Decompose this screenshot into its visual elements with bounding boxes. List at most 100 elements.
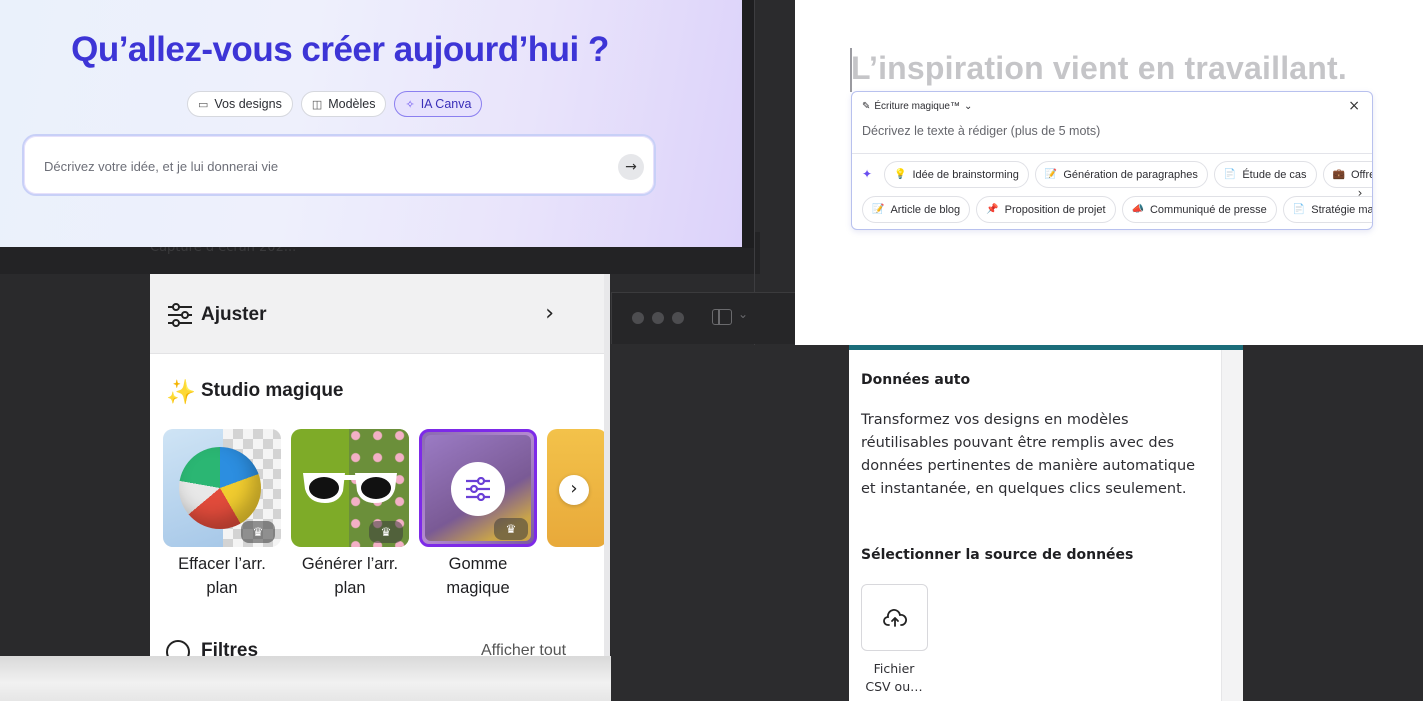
panel-title: Données auto bbox=[861, 372, 971, 388]
tool-label-line: Gomme bbox=[448, 555, 508, 573]
panel-description: Transformez vos designs en modèles réuti… bbox=[861, 412, 1196, 497]
chevron-right-icon[interactable]: › bbox=[1352, 186, 1368, 202]
briefcase-icon: 💼 bbox=[1332, 169, 1345, 180]
chip-label: Article de blog bbox=[890, 203, 961, 216]
notepad-icon: 📝 bbox=[1044, 169, 1058, 180]
tool-label-line: magique bbox=[446, 579, 510, 597]
page-title: Qu’allez-vous créer aujourd’hui ? bbox=[71, 30, 609, 69]
mode-pill-row: ▭ Vos designs ◫ Modèles ✧ IA Canva bbox=[187, 91, 483, 117]
background-dark-right bbox=[1243, 345, 1423, 701]
background-gray-area bbox=[0, 656, 611, 701]
magic-write-box: ✎ Écriture magique™ ⌄ × ✦ 💡 Idée de brain… bbox=[851, 91, 1373, 230]
adjust-label: Ajuster bbox=[201, 304, 267, 325]
document-icon: 📄 bbox=[1223, 169, 1237, 180]
chip-brainstorming[interactable]: 💡 Idée de brainstorming bbox=[884, 161, 1029, 188]
canva-home-panel: Qu’allez-vous créer aujourd’hui ? ▭ Vos … bbox=[0, 0, 742, 247]
suggestion-chips-row-1: ✦ 💡 Idée de brainstorming 📝 Génération de … bbox=[862, 161, 1372, 188]
chip-label: Proposition de projet bbox=[1004, 203, 1106, 216]
sparkle-icon: ✦ bbox=[862, 167, 873, 181]
tool-generer-arriere-plan[interactable]: ♛ bbox=[291, 429, 409, 547]
tool-effacer-arriere-plan[interactable]: ♛ bbox=[163, 429, 281, 547]
sparkle-icon: ✧ bbox=[405, 98, 415, 111]
magic-write-panel: L’inspiration vient en travaillant. ✎ Éc… bbox=[795, 0, 1423, 345]
chip-offre[interactable]: 💼 Offre bbox=[1322, 161, 1372, 188]
sliders-icon bbox=[168, 303, 192, 327]
tool-label: Générer l’arr. plan bbox=[280, 552, 420, 600]
chip-paragraphes[interactable]: 📝 Génération de paragraphes bbox=[1034, 161, 1208, 188]
donnees-auto-panel: Données auto Transformez vos designs en … bbox=[849, 345, 1243, 701]
close-icon[interactable]: × bbox=[1348, 98, 1360, 114]
upload-label: Fichier CSV ou… bbox=[853, 660, 935, 696]
tool-next-partial[interactable]: › bbox=[547, 429, 607, 547]
tool-gomme-magique[interactable]: ♛ bbox=[419, 429, 537, 547]
minimize-window-dot[interactable] bbox=[652, 312, 664, 324]
show-all-link[interactable]: Afficher tout bbox=[481, 642, 566, 656]
studio-magique-panel: Ajuster › ✨ Studio magique ♛ ♛ ♛ › Effac… bbox=[150, 274, 610, 656]
header-bar bbox=[849, 345, 1243, 350]
scrollbar[interactable] bbox=[1221, 350, 1243, 701]
sunglasses-image bbox=[303, 473, 397, 503]
filters-label: Filtres bbox=[201, 640, 259, 656]
tool-label-line: plan bbox=[206, 579, 238, 597]
magic-write-input[interactable] bbox=[862, 124, 1332, 138]
chevron-down-icon: ⌄ bbox=[963, 101, 973, 112]
upload-csv-button[interactable] bbox=[861, 584, 928, 651]
chevron-right-icon[interactable]: › bbox=[559, 475, 589, 505]
upload-label-line: Fichier bbox=[873, 661, 915, 676]
window-edge bbox=[742, 0, 754, 248]
pill-label: Modèles bbox=[328, 97, 376, 111]
cloud-upload-icon bbox=[882, 608, 907, 627]
arrow-right-icon: → bbox=[625, 159, 637, 175]
folder-icon: ▭ bbox=[198, 98, 209, 111]
tool-label: Effacer l’arr. plan bbox=[152, 552, 292, 600]
magic-wand-icon: ✎ bbox=[862, 101, 871, 112]
chevron-right-icon: › bbox=[545, 301, 554, 326]
pill-label: IA Canva bbox=[420, 97, 472, 111]
close-window-dot[interactable] bbox=[632, 312, 644, 324]
chip-label: Stratégie ma bbox=[1311, 203, 1373, 216]
data-source-title: Sélectionner la source de données bbox=[861, 547, 1134, 563]
chip-article-de-blog[interactable]: 📝 Article de blog bbox=[862, 196, 971, 223]
pill-vos-designs[interactable]: ▭ Vos designs bbox=[187, 91, 293, 117]
scrollbar[interactable] bbox=[604, 274, 610, 656]
template-icon: ◫ bbox=[311, 98, 323, 111]
divider bbox=[852, 153, 1372, 154]
tool-label: Gomme magique bbox=[408, 552, 548, 600]
upload-label-line: CSV ou… bbox=[865, 679, 923, 694]
crown-icon: ♛ bbox=[241, 521, 275, 543]
tool-label-line: Effacer l’arr. bbox=[178, 555, 266, 573]
chip-label: Communiqué de presse bbox=[1149, 203, 1267, 216]
send-button[interactable]: → bbox=[618, 154, 644, 180]
filters-icon bbox=[166, 640, 190, 656]
chip-label: Étude de cas bbox=[1242, 168, 1307, 181]
crown-icon: ♛ bbox=[369, 521, 403, 543]
prompt-input[interactable] bbox=[44, 154, 604, 178]
pill-modeles[interactable]: ◫ Modèles bbox=[300, 91, 387, 117]
megaphone-icon: 📣 bbox=[1131, 204, 1144, 215]
background-dark-area bbox=[0, 274, 150, 656]
chip-communique-de-presse[interactable]: 📣 Communiqué de presse bbox=[1121, 196, 1277, 223]
sliders-icon bbox=[451, 462, 505, 516]
chip-proposition-de-projet[interactable]: 📌 Proposition de projet bbox=[976, 196, 1116, 223]
pushpin-icon: 📌 bbox=[986, 204, 999, 215]
chip-etude-de-cas[interactable]: 📄 Étude de cas bbox=[1213, 161, 1317, 188]
document-icon: 📄 bbox=[1292, 204, 1306, 215]
zoom-window-dot[interactable] bbox=[672, 312, 684, 324]
tool-label-line: plan bbox=[334, 579, 366, 597]
prompt-box: → bbox=[22, 134, 656, 196]
crown-icon: ♛ bbox=[494, 518, 528, 540]
magic-write-mode-label: Écriture magique™ bbox=[874, 101, 960, 112]
section-title: Studio magique bbox=[201, 380, 344, 401]
window-controls: ⌄ bbox=[611, 292, 795, 344]
magic-write-mode-selector[interactable]: ✎ Écriture magique™ ⌄ bbox=[862, 101, 972, 112]
adjust-row[interactable]: Ajuster › bbox=[150, 274, 604, 354]
sidebar-toggle-icon[interactable] bbox=[712, 309, 732, 325]
chevron-down-icon[interactable]: ⌄ bbox=[738, 307, 748, 321]
beach-ball-image bbox=[179, 447, 261, 529]
suggestion-chips-row-2: 📝 Article de blog 📌 Proposition de projet … bbox=[862, 196, 1373, 223]
lightbulb-icon: 💡 bbox=[894, 169, 907, 180]
pill-ia-canva[interactable]: ✧ IA Canva bbox=[394, 91, 483, 117]
document-title[interactable]: L’inspiration vient en travaillant. bbox=[851, 50, 1347, 87]
chip-label: Idée de brainstorming bbox=[912, 168, 1019, 181]
notepad-icon: 📝 bbox=[872, 204, 885, 215]
